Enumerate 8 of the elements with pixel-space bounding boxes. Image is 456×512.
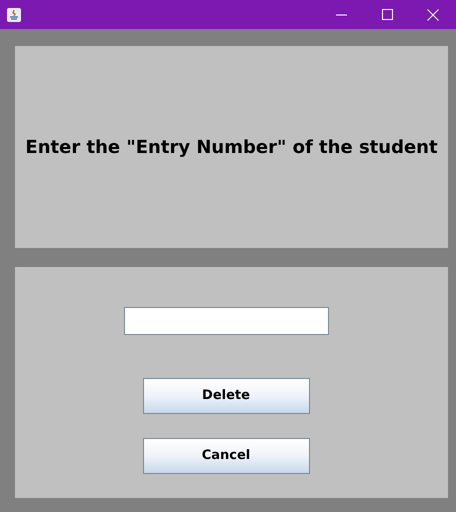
entry-field[interactable] [124,307,328,335]
prompt-text: Enter the "Entry Number" of the student [25,136,438,160]
maximize-icon [382,9,392,20]
minimize-icon [336,14,346,16]
close-icon [427,8,439,20]
dialog-button[interactable]: Cancel [142,438,310,474]
dialog-button[interactable]: Delete [142,378,310,414]
app-icon [7,8,21,22]
